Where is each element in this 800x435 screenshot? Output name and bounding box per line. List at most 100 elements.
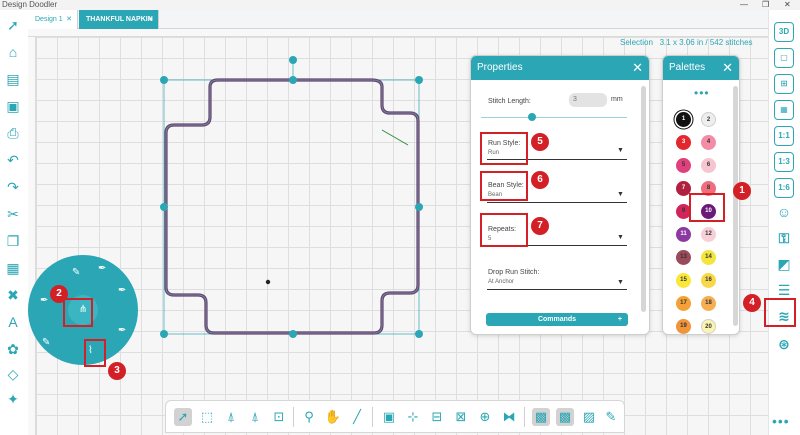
view-3d-icon[interactable]: 3D bbox=[774, 22, 794, 42]
commands-button[interactable]: Commands + bbox=[486, 313, 628, 326]
tab-design-1[interactable]: Design 1 ✕ bbox=[28, 10, 78, 29]
color-swatch-16[interactable]: 16 bbox=[701, 273, 716, 288]
color-swatch-6[interactable]: 6 bbox=[701, 158, 716, 173]
stitch-length-input[interactable]: 3 bbox=[569, 93, 607, 107]
color-swatch-4[interactable]: 4 bbox=[701, 135, 716, 150]
paste-icon[interactable]: ▦ bbox=[4, 259, 22, 277]
color-swatch-2[interactable]: 2 bbox=[701, 112, 716, 127]
delete-icon[interactable]: ✖ bbox=[4, 286, 22, 304]
stitch-length-slider[interactable] bbox=[481, 117, 627, 118]
color-swatch-20[interactable]: 20 bbox=[701, 319, 716, 334]
chevron-down-icon[interactable]: ▼ bbox=[617, 147, 624, 154]
redo-icon[interactable]: ↷ bbox=[4, 178, 22, 196]
radial-pen-icon[interactable]: ✒ bbox=[118, 325, 126, 336]
curve-tool-icon[interactable]: ⊡ bbox=[270, 408, 288, 426]
color-swatch-5[interactable]: 5 bbox=[676, 158, 691, 173]
color-swatch-12[interactable]: 12 bbox=[701, 227, 716, 242]
distribute-icon[interactable]: ⊠ bbox=[452, 408, 470, 426]
more-options-icon[interactable]: ••• bbox=[772, 413, 790, 429]
save-icon[interactable]: ▣ bbox=[4, 97, 22, 115]
chevron-down-icon[interactable]: ▼ bbox=[617, 279, 624, 286]
radial-pen-icon[interactable]: ✒ bbox=[98, 263, 106, 274]
layers-shape-icon[interactable]: ◩ bbox=[774, 256, 794, 276]
palette-menu-icon[interactable]: ••• bbox=[694, 86, 710, 100]
mirror-icon[interactable]: ⧓ bbox=[500, 408, 518, 426]
head-icon[interactable]: ☺ bbox=[774, 204, 794, 224]
zoom-1-1-icon[interactable]: 1:1 bbox=[774, 126, 794, 146]
shape-icon[interactable]: ◇ bbox=[4, 365, 22, 383]
napkin-design-outline[interactable] bbox=[150, 55, 440, 345]
image-trace-icon[interactable]: ▩ bbox=[556, 408, 574, 426]
measure-tool-icon[interactable]: ╱ bbox=[348, 408, 366, 426]
open-folder-icon[interactable]: ⌂ bbox=[4, 43, 22, 61]
tab-unsaved-dot-icon[interactable]: ● bbox=[149, 10, 153, 29]
align-icon[interactable]: ⊟ bbox=[428, 408, 446, 426]
resize-handle-bottom-right[interactable] bbox=[415, 330, 423, 338]
ungroup-icon[interactable]: ⊹ bbox=[404, 408, 422, 426]
select-arrow-icon[interactable]: ➚ bbox=[4, 16, 22, 34]
thread-spool-icon[interactable]: ⊛ bbox=[774, 336, 794, 356]
transform-tool-icon[interactable]: ⬚ bbox=[198, 408, 216, 426]
tab-close-icon[interactable]: ✕ bbox=[66, 10, 72, 29]
view-hoop-icon[interactable]: ⊞ bbox=[774, 74, 794, 94]
close-window-icon[interactable]: ✕ bbox=[784, 0, 791, 10]
lock-icon[interactable]: ⚿ bbox=[774, 230, 794, 250]
resize-handle-top[interactable] bbox=[289, 76, 297, 84]
node-edit-tool-icon[interactable]: ⍋ bbox=[246, 408, 264, 426]
center-icon[interactable]: ⊕ bbox=[476, 408, 494, 426]
maximize-icon[interactable]: ❐ bbox=[762, 0, 769, 10]
photo-icon[interactable]: ▨ bbox=[580, 408, 598, 426]
bean-style-underline bbox=[487, 202, 627, 203]
chevron-down-icon[interactable]: ▼ bbox=[617, 191, 624, 198]
close-icon[interactable]: ✕ bbox=[722, 56, 733, 80]
color-swatch-19[interactable]: 19 bbox=[676, 319, 691, 334]
edit-design-icon[interactable]: ✎ bbox=[602, 408, 620, 426]
minimize-icon[interactable]: — bbox=[740, 0, 748, 10]
new-file-icon[interactable]: ▤ bbox=[4, 70, 22, 88]
resize-handle-top-left[interactable] bbox=[160, 76, 168, 84]
radial-eraser-icon[interactable]: ✎ bbox=[72, 267, 80, 278]
palettes-scrollbar[interactable] bbox=[733, 86, 738, 326]
zoom-tool-icon[interactable]: ⚲ bbox=[300, 408, 318, 426]
zoom-1-6-icon[interactable]: 1:6 bbox=[774, 178, 794, 198]
stitch-length-slider-knob[interactable] bbox=[528, 113, 537, 121]
color-swatch-17[interactable]: 17 bbox=[676, 296, 691, 311]
resize-handle-right[interactable] bbox=[415, 203, 423, 211]
node-tool-icon[interactable]: ⍋ bbox=[222, 408, 240, 426]
undo-icon[interactable]: ↶ bbox=[4, 151, 22, 169]
radial-pen-icon[interactable]: ✒ bbox=[118, 285, 126, 296]
copy-icon[interactable]: ❐ bbox=[4, 232, 22, 250]
rotate-handle[interactable] bbox=[289, 56, 297, 64]
napkin-shape-path[interactable] bbox=[164, 78, 420, 335]
pan-hand-icon[interactable]: ✋ bbox=[324, 408, 342, 426]
image-icon[interactable]: ▩ bbox=[532, 408, 550, 426]
radial-eraser-icon[interactable]: ✎ bbox=[42, 337, 50, 348]
color-swatch-13[interactable]: 13 bbox=[676, 250, 691, 265]
chevron-down-icon[interactable]: ▼ bbox=[617, 234, 624, 241]
resize-handle-top-right[interactable] bbox=[415, 76, 423, 84]
view-frame-icon[interactable]: ▢ bbox=[774, 48, 794, 68]
text-icon[interactable]: A bbox=[4, 313, 22, 331]
print-icon[interactable]: ⎙ bbox=[4, 124, 22, 142]
color-swatch-15[interactable]: 15 bbox=[676, 273, 691, 288]
magic-icon[interactable]: ✦ bbox=[4, 390, 22, 408]
color-swatch-11[interactable]: 11 bbox=[676, 227, 691, 242]
color-swatch-3[interactable]: 3 bbox=[676, 135, 691, 150]
group-icon[interactable]: ▣ bbox=[380, 408, 398, 426]
cut-icon[interactable]: ✂ bbox=[4, 205, 22, 223]
color-swatch-1[interactable]: 1 bbox=[676, 112, 691, 127]
pointer-tool-icon[interactable]: ➚ bbox=[174, 408, 192, 426]
stamp-icon[interactable]: ✿ bbox=[4, 340, 22, 358]
resize-handle-left[interactable] bbox=[160, 203, 168, 211]
view-grid-icon[interactable]: ▦ bbox=[774, 100, 794, 120]
properties-scrollbar[interactable] bbox=[641, 86, 646, 312]
tab-thankful-napkin[interactable]: THANKFUL NAPKIN ● bbox=[79, 10, 159, 29]
close-icon[interactable]: ✕ bbox=[632, 56, 643, 80]
color-swatch-14[interactable]: 14 bbox=[701, 250, 716, 265]
radial-pen-icon[interactable]: ✒ bbox=[40, 295, 48, 306]
resize-handle-bottom-left[interactable] bbox=[160, 330, 168, 338]
zoom-1-3-icon[interactable]: 1:3 bbox=[774, 152, 794, 172]
resize-handle-bottom[interactable] bbox=[289, 330, 297, 338]
drop-run-select[interactable]: At Anchor bbox=[488, 279, 514, 285]
color-swatch-18[interactable]: 18 bbox=[701, 296, 716, 311]
